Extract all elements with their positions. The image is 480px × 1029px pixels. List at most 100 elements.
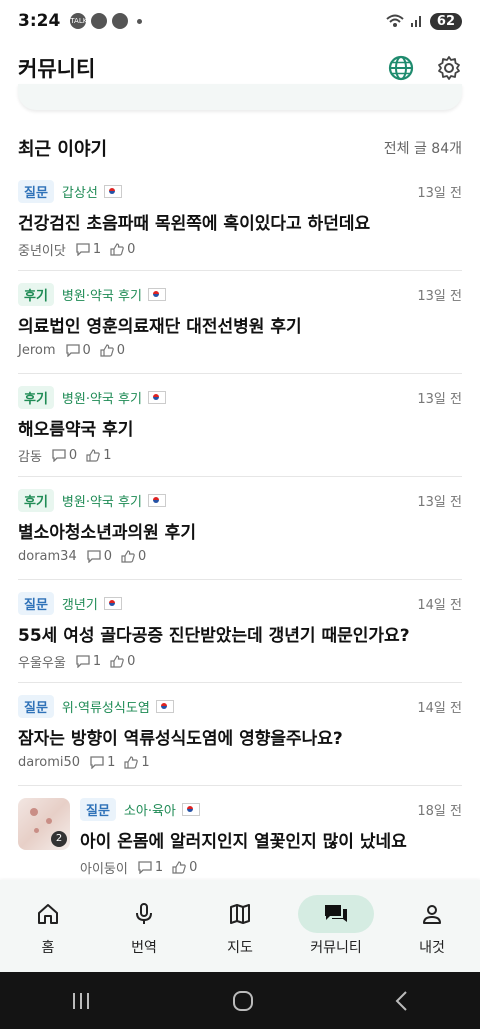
list-item[interactable]: 질문 갱년기 14일 전 55세 여성 골다공증 진단받았는데 갱년기 때문인가… xyxy=(18,580,462,683)
image-count-badge: 2 xyxy=(51,831,67,847)
more-notifications-icon xyxy=(137,18,143,24)
post-author: 중년이닷 xyxy=(18,244,66,259)
list-item[interactable]: 질문 위·역류성식도염 14일 전 잠자는 방향이 역류성식도염에 영향을주나요… xyxy=(18,683,462,786)
battery-indicator: 62 xyxy=(429,12,462,30)
nav-mine[interactable]: 내것 xyxy=(384,880,480,972)
list-item[interactable]: 질문 갑상선 13일 전 건강검진 초음파때 목왼쪽에 혹이있다고 하던데요 중… xyxy=(18,168,462,271)
nav-community[interactable]: 커뮤니티 xyxy=(288,880,384,972)
section-title: 최근 이야기 xyxy=(18,139,108,160)
like-count: 0 xyxy=(138,549,147,564)
comment-count: 1 xyxy=(154,860,164,875)
comment-count: 1 xyxy=(92,654,102,669)
like-count: 0 xyxy=(189,860,198,875)
post-type-badge: 질문 xyxy=(18,694,54,718)
post-list: 질문 갑상선 13일 전 건강검진 초음파때 목왼쪽에 혹이있다고 하던데요 중… xyxy=(18,168,462,889)
comment-count: 0 xyxy=(103,549,113,564)
bottom-navigation: 홈 번역 지도 커뮤니티 내것 xyxy=(0,880,480,972)
thumbs-up-icon xyxy=(110,243,124,256)
like-count: 0 xyxy=(127,242,136,257)
post-category: 병원·약국 후기 xyxy=(61,391,142,407)
map-icon xyxy=(230,904,250,924)
post-date: 13일 전 xyxy=(417,391,462,407)
back-icon[interactable] xyxy=(394,990,410,1012)
comment-icon xyxy=(65,344,80,357)
nav-label: 홈 xyxy=(41,940,55,956)
list-item[interactable]: 후기 병원·약국 후기 13일 전 별소아청소년과의원 후기 doram34 0… xyxy=(18,477,462,580)
comment-icon xyxy=(76,243,90,256)
post-date: 13일 전 xyxy=(417,288,462,304)
nav-translate[interactable]: 번역 xyxy=(96,880,192,972)
korea-flag-icon xyxy=(147,493,166,507)
thumbs-up-icon xyxy=(172,861,186,874)
recent-apps-icon[interactable] xyxy=(70,991,92,1011)
post-type-badge: 후기 xyxy=(18,282,54,306)
home-button-icon[interactable] xyxy=(232,990,254,1012)
list-item[interactable]: 후기 병원·약국 후기 13일 전 의료법인 영훈의료재단 대전선병원 후기 J… xyxy=(18,271,462,374)
post-type-badge: 후기 xyxy=(18,488,54,512)
post-title: 아이 온몸에 알러지인지 열꽃인지 많이 났네요 xyxy=(80,832,407,852)
post-category: 병원·약국 후기 xyxy=(61,494,142,510)
korea-flag-icon xyxy=(155,699,174,713)
screenshot-notification-icon xyxy=(112,13,129,29)
thumbs-up-icon xyxy=(110,655,124,668)
nav-label: 내것 xyxy=(419,940,445,956)
wifi-icon xyxy=(386,14,404,27)
post-title: 건강검진 초음파때 목왼쪽에 혹이있다고 하던데요 xyxy=(18,214,371,234)
post-author: daromi50 xyxy=(18,755,81,770)
gear-icon[interactable] xyxy=(436,55,462,81)
korea-flag-icon xyxy=(147,390,166,404)
nav-label: 커뮤니티 xyxy=(310,940,362,956)
comment-icon xyxy=(87,550,101,563)
status-time: 3:24 xyxy=(18,11,61,31)
comment-count: 1 xyxy=(92,242,102,257)
post-category: 갑상선 xyxy=(61,185,98,201)
post-author: 아이둥이 xyxy=(80,862,128,877)
comment-icon xyxy=(76,655,90,668)
thumbs-up-icon xyxy=(86,449,100,462)
thumbs-up-icon xyxy=(121,550,135,563)
comment-icon xyxy=(138,861,152,874)
like-count: 0 xyxy=(116,343,126,358)
like-count: 1 xyxy=(103,448,112,463)
post-date: 14일 전 xyxy=(417,700,462,716)
nav-label: 번역 xyxy=(131,940,157,956)
korea-flag-icon xyxy=(181,802,200,816)
like-count: 0 xyxy=(127,654,136,669)
comment-icon xyxy=(90,756,104,769)
list-item[interactable]: 2 질문 소아·육아 18일 전 아이 온몸에 알러지인지 열꽃인지 많이 났네… xyxy=(18,786,462,889)
home-icon xyxy=(38,904,58,924)
post-author: 우울우울 xyxy=(18,656,66,671)
thumbs-up-icon xyxy=(124,756,139,769)
comment-icon xyxy=(52,449,66,462)
person-icon xyxy=(423,905,441,924)
nav-label: 지도 xyxy=(227,940,253,956)
list-item[interactable]: 후기 병원·약국 후기 13일 전 해오름약국 후기 감동 0 1 xyxy=(18,374,462,477)
post-type-badge: 후기 xyxy=(18,385,54,409)
post-date: 18일 전 xyxy=(417,803,462,819)
chat-icon xyxy=(325,905,347,922)
nav-map[interactable]: 지도 xyxy=(192,880,288,972)
post-title: 해오름약국 후기 xyxy=(18,420,134,440)
post-category: 소아·육아 xyxy=(123,803,176,819)
post-date: 14일 전 xyxy=(417,597,462,613)
signal-icon xyxy=(410,16,421,27)
post-type-badge: 질문 xyxy=(80,797,116,821)
post-thumbnail: 2 xyxy=(18,798,70,850)
post-category: 갱년기 xyxy=(61,597,98,613)
korea-flag-icon xyxy=(103,184,122,198)
post-type-badge: 질문 xyxy=(18,179,54,203)
nav-home[interactable]: 홈 xyxy=(0,880,96,972)
comment-count: 0 xyxy=(68,448,78,463)
post-author: 감동 xyxy=(18,450,42,465)
post-author: Jerom xyxy=(18,343,56,358)
post-type-badge: 질문 xyxy=(18,591,54,615)
post-category: 위·역류성식도염 xyxy=(61,700,150,716)
post-category: 병원·약국 후기 xyxy=(61,288,142,304)
top-card-edge xyxy=(18,84,462,110)
total-post-count[interactable]: 전체 글 84개 xyxy=(384,138,462,158)
globe-icon[interactable] xyxy=(388,55,414,81)
status-bar: 3:24 TALK 62 xyxy=(0,0,480,42)
system-navigation-bar xyxy=(0,972,480,1029)
talk-notification-icon: TALK xyxy=(70,13,87,29)
post-date: 13일 전 xyxy=(417,185,462,201)
